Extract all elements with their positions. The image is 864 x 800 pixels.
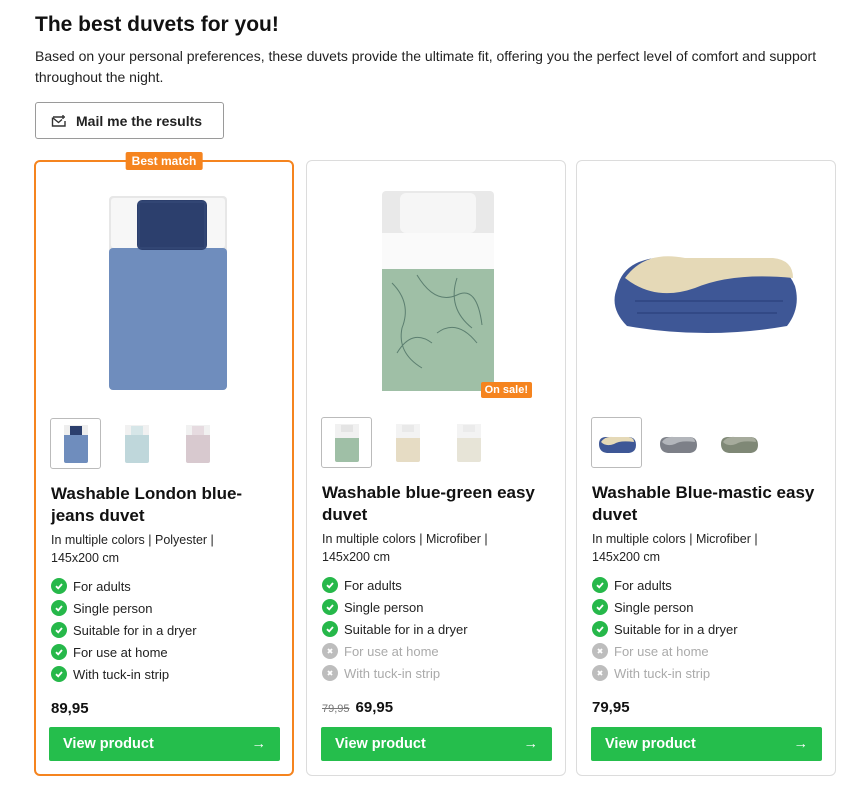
arrow-right-icon: → bbox=[251, 736, 267, 752]
view-product-label: View product bbox=[335, 736, 426, 752]
check-icon bbox=[592, 577, 608, 593]
arrow-right-icon: → bbox=[523, 736, 539, 752]
color-thumbnail[interactable] bbox=[50, 418, 101, 469]
product-image[interactable] bbox=[307, 183, 567, 393]
feature-list: For adults Single person Suitable for in… bbox=[322, 574, 468, 684]
price-row: 89,95 bbox=[51, 700, 89, 717]
view-product-button[interactable]: View product → bbox=[591, 727, 822, 761]
color-thumbnail[interactable] bbox=[321, 417, 372, 468]
cross-icon bbox=[322, 665, 338, 681]
product-card: Washable Blue-mastic easy duvet In multi… bbox=[576, 160, 836, 776]
color-thumbnail[interactable] bbox=[713, 417, 764, 468]
feature-item: For adults bbox=[51, 575, 197, 597]
check-icon bbox=[51, 600, 67, 616]
view-product-label: View product bbox=[605, 736, 696, 752]
color-thumbnail[interactable] bbox=[652, 417, 703, 468]
feature-item: For use at home bbox=[51, 641, 197, 663]
check-icon bbox=[51, 644, 67, 660]
product-specs: In multiple colors | Microfiber | 145x20… bbox=[322, 532, 488, 564]
product-name[interactable]: Washable blue-green easy duvet bbox=[322, 482, 547, 526]
color-thumbnail[interactable] bbox=[172, 418, 223, 469]
mail-results-button[interactable]: Mail me the results bbox=[35, 102, 224, 139]
check-icon bbox=[592, 599, 608, 615]
product-image[interactable] bbox=[36, 184, 296, 394]
check-icon bbox=[322, 599, 338, 615]
color-thumbnails bbox=[321, 417, 494, 468]
feature-item: With tuck-in strip bbox=[322, 662, 468, 684]
feature-item: Single person bbox=[592, 596, 738, 618]
check-icon bbox=[322, 621, 338, 637]
on-sale-badge: On sale! bbox=[480, 382, 532, 398]
product-card: Best match Washable London blue-jeans du… bbox=[34, 152, 296, 776]
view-product-label: View product bbox=[63, 736, 154, 752]
feature-item: For adults bbox=[592, 574, 738, 596]
color-thumbnail[interactable] bbox=[382, 417, 433, 468]
best-match-badge: Best match bbox=[125, 152, 203, 170]
price-row: 79,95 69,95 bbox=[322, 699, 393, 716]
color-thumbnails bbox=[591, 417, 764, 468]
product-card: On sale! Washable blue-green easy duvet … bbox=[306, 160, 566, 776]
feature-item: With tuck-in strip bbox=[51, 663, 197, 685]
price: 89,95 bbox=[51, 700, 89, 717]
cross-icon bbox=[592, 665, 608, 681]
price: 79,95 bbox=[592, 699, 630, 716]
feature-item: Suitable for in a dryer bbox=[322, 618, 468, 640]
feature-item: For use at home bbox=[592, 640, 738, 662]
feature-item: For use at home bbox=[322, 640, 468, 662]
view-product-button[interactable]: View product → bbox=[321, 727, 552, 761]
product-name[interactable]: Washable London blue-jeans duvet bbox=[51, 483, 276, 527]
feature-item: Single person bbox=[322, 596, 468, 618]
price-row: 79,95 bbox=[592, 699, 630, 716]
feature-list: For adults Single person Suitable for in… bbox=[51, 575, 197, 685]
mail-icon bbox=[51, 114, 66, 127]
check-icon bbox=[51, 578, 67, 594]
mail-results-label: Mail me the results bbox=[76, 112, 203, 129]
color-thumbnail[interactable] bbox=[591, 417, 642, 468]
check-icon bbox=[51, 666, 67, 682]
color-thumbnail[interactable] bbox=[443, 417, 494, 468]
product-specs: In multiple colors | Polyester | 145x200… bbox=[51, 533, 214, 565]
check-icon bbox=[51, 622, 67, 638]
feature-item: Single person bbox=[51, 597, 197, 619]
color-thumbnail[interactable] bbox=[111, 418, 162, 469]
cross-icon bbox=[592, 643, 608, 659]
check-icon bbox=[322, 577, 338, 593]
feature-item: Suitable for in a dryer bbox=[51, 619, 197, 641]
old-price: 79,95 bbox=[322, 703, 350, 715]
view-product-button[interactable]: View product → bbox=[49, 727, 280, 761]
cross-icon bbox=[322, 643, 338, 659]
price: 69,95 bbox=[355, 699, 394, 716]
product-specs: In multiple colors | Microfiber | 145x20… bbox=[592, 532, 758, 564]
arrow-right-icon: → bbox=[793, 736, 809, 752]
product-image[interactable] bbox=[577, 183, 837, 393]
page-title: The best duvets for you! bbox=[35, 13, 279, 36]
feature-item: With tuck-in strip bbox=[592, 662, 738, 684]
page-subtitle: Based on your personal preferences, thes… bbox=[35, 48, 817, 85]
color-thumbnails bbox=[50, 418, 223, 469]
feature-item: Suitable for in a dryer bbox=[592, 618, 738, 640]
check-icon bbox=[592, 621, 608, 637]
product-name[interactable]: Washable Blue-mastic easy duvet bbox=[592, 482, 817, 526]
feature-list: For adults Single person Suitable for in… bbox=[592, 574, 738, 684]
feature-item: For adults bbox=[322, 574, 468, 596]
